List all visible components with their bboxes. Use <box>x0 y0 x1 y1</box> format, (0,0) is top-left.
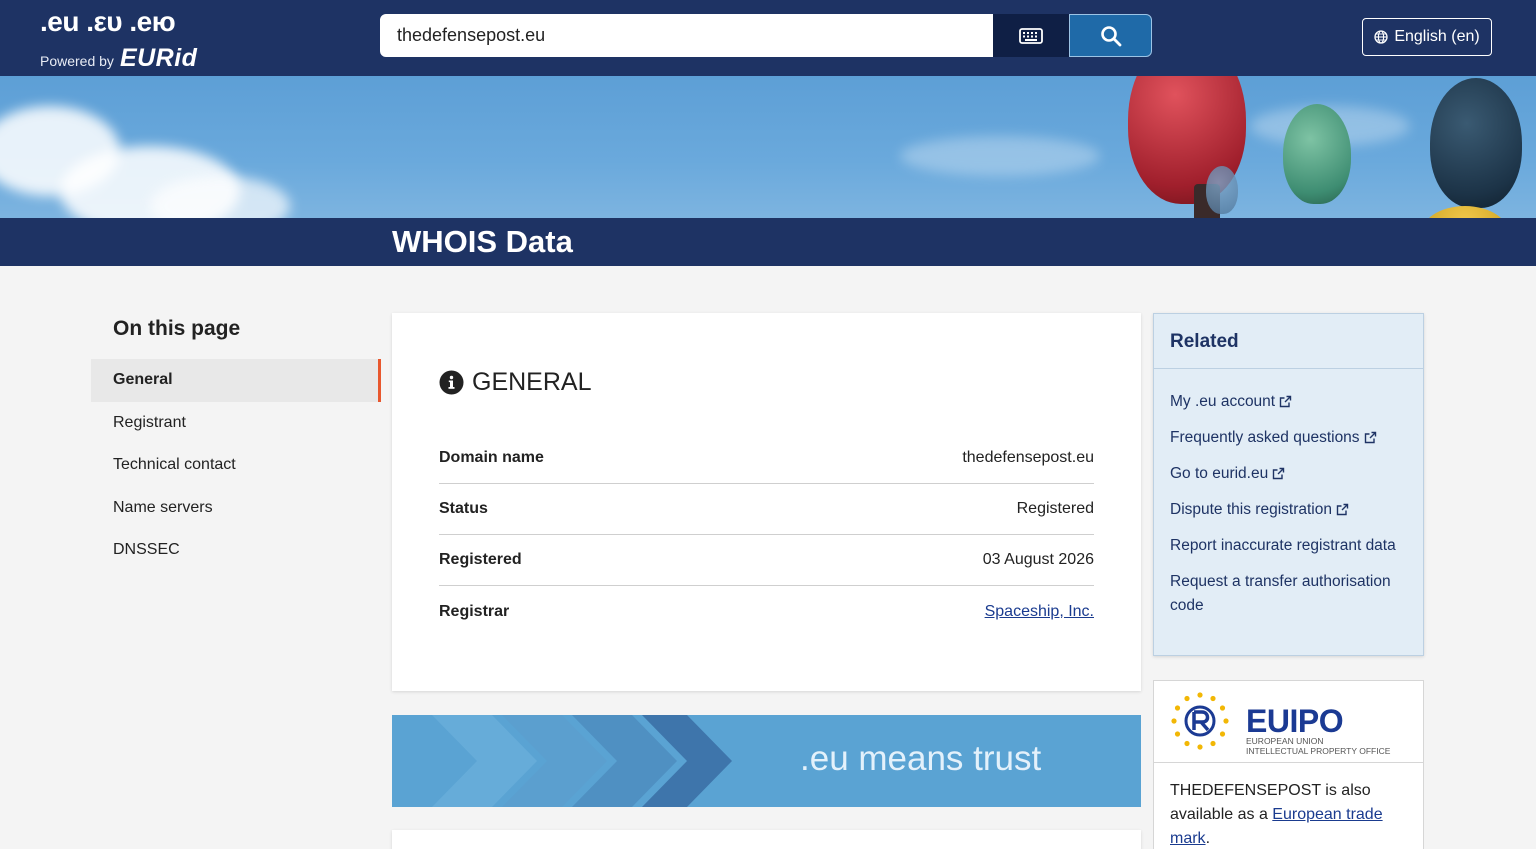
title-band <box>0 218 1536 266</box>
eurid-logo[interactable]: .eu .ευ .ею Powered by EURid <box>40 6 197 73</box>
hero-banner-image <box>0 76 1536 218</box>
link-label: Report inaccurate registrant data <box>1170 537 1396 554</box>
powered-by-text: Powered by <box>40 53 114 69</box>
related-heading: Related <box>1154 314 1423 369</box>
keyboard-icon <box>1019 27 1043 44</box>
related-links: My .eu account Frequently asked question… <box>1154 369 1423 618</box>
link-go-to-eurid[interactable]: Go to eurid.eu <box>1170 462 1407 486</box>
search-input[interactable] <box>380 14 993 57</box>
logo-powered-by: Powered by EURid <box>40 44 197 73</box>
registrar-link[interactable]: Spaceship, Inc. <box>985 603 1094 621</box>
nav-item-technical-contact[interactable]: Technical contact <box>91 444 381 487</box>
link-label: Request a transfer authorisation code <box>1170 573 1391 614</box>
nav-item-general[interactable]: General <box>91 359 381 402</box>
top-header: .eu .ευ .ею Powered by EURid thedefensep… <box>0 0 1536 76</box>
virtual-keyboard-button[interactable] <box>993 14 1069 57</box>
euipo-text-after: . <box>1205 830 1211 847</box>
language-label: English (en) <box>1394 28 1480 45</box>
search-button[interactable] <box>1069 14 1152 57</box>
general-rows: Domain name thedefensepost.eu Status Reg… <box>439 433 1094 637</box>
logo-extensions: .eu .ευ .ею <box>40 6 176 37</box>
row-domain-name: Domain name thedefensepost.eu <box>439 433 1094 484</box>
link-label: Frequently asked questions <box>1170 429 1360 446</box>
search-icon <box>1100 25 1121 46</box>
link-label: Dispute this registration <box>1170 501 1332 518</box>
general-heading: GENERAL <box>439 368 591 397</box>
euipo-message: THEDEFENSEPOST is also available as a Eu… <box>1154 763 1423 849</box>
on-this-page-nav: General Registrant Technical contact Nam… <box>91 359 381 572</box>
nav-item-registrant[interactable]: Registrant <box>91 402 381 445</box>
link-my-eu-account[interactable]: My .eu account <box>1170 390 1407 414</box>
dark-balloon <box>1430 78 1522 208</box>
next-section-card <box>392 830 1141 849</box>
domain-name-value: thedefensepost.eu <box>962 449 1094 466</box>
registered-value: 03 August 2026 <box>982 551 1094 568</box>
external-link-icon <box>1279 395 1292 408</box>
general-heading-text: GENERAL <box>472 368 592 396</box>
link-faq[interactable]: Frequently asked questions <box>1170 426 1407 450</box>
on-this-page-heading: On this page <box>113 317 241 340</box>
row-registered: Registered 03 August 2026 <box>439 535 1094 586</box>
nav-item-dnssec[interactable]: DNSSEC <box>91 529 381 572</box>
domain-name-label: Domain name <box>439 449 544 466</box>
link-report-inaccurate-data[interactable]: Report inaccurate registrant data <box>1170 534 1407 558</box>
euipo-logo: EUIPO EUROPEAN UNION INTELLECTUAL PROPER… <box>1154 681 1423 763</box>
info-icon <box>439 370 464 395</box>
link-dispute-registration[interactable]: Dispute this registration <box>1170 498 1407 522</box>
euipo-star-circle-icon <box>1171 692 1229 750</box>
status-value: Registered <box>1016 500 1094 517</box>
link-request-transfer-code[interactable]: Request a transfer authorisation code <box>1170 570 1407 618</box>
logo-brand: EURid <box>119 44 198 72</box>
small-blue-balloon <box>1206 166 1238 214</box>
euipo-panel: EUIPO EUROPEAN UNION INTELLECTUAL PROPER… <box>1153 680 1424 849</box>
registrar-label: Registrar <box>439 602 510 620</box>
link-label: Go to eurid.eu <box>1170 465 1269 482</box>
globe-icon <box>1374 30 1388 44</box>
trust-banner-text: .eu means trust <box>800 739 1042 778</box>
external-link-icon <box>1336 503 1349 516</box>
row-registrar: Registrar Spaceship, Inc. <box>439 586 1094 637</box>
related-panel: Related My .eu account Frequently asked … <box>1153 313 1424 656</box>
external-link-icon <box>1364 431 1376 444</box>
status-label: Status <box>439 500 488 517</box>
general-section: GENERAL Domain name thedefensepost.eu St… <box>392 313 1141 691</box>
euipo-wordmark: EUIPO <box>1246 703 1344 739</box>
link-label: My .eu account <box>1170 393 1276 410</box>
row-status: Status Registered <box>439 484 1094 535</box>
page-title: WHOIS Data <box>392 224 573 259</box>
nav-item-name-servers[interactable]: Name servers <box>91 487 381 530</box>
registered-label: Registered <box>439 551 522 568</box>
yellow-balloon <box>1420 206 1510 218</box>
euipo-subtitle-line-2: INTELLECTUAL PROPERTY OFFICE <box>1246 746 1391 756</box>
search-bar <box>380 14 1152 57</box>
language-selector-button[interactable]: English (en) <box>1362 18 1492 56</box>
euipo-subtitle-line-1: EUROPEAN UNION <box>1246 736 1324 746</box>
eu-means-trust-banner[interactable]: .eu means trust <box>392 715 1141 807</box>
euipo-subtitle: EUROPEAN UNION INTELLECTUAL PROPERTY OFF… <box>1246 736 1390 756</box>
green-balloon <box>1283 104 1351 204</box>
external-link-icon <box>1273 467 1285 480</box>
